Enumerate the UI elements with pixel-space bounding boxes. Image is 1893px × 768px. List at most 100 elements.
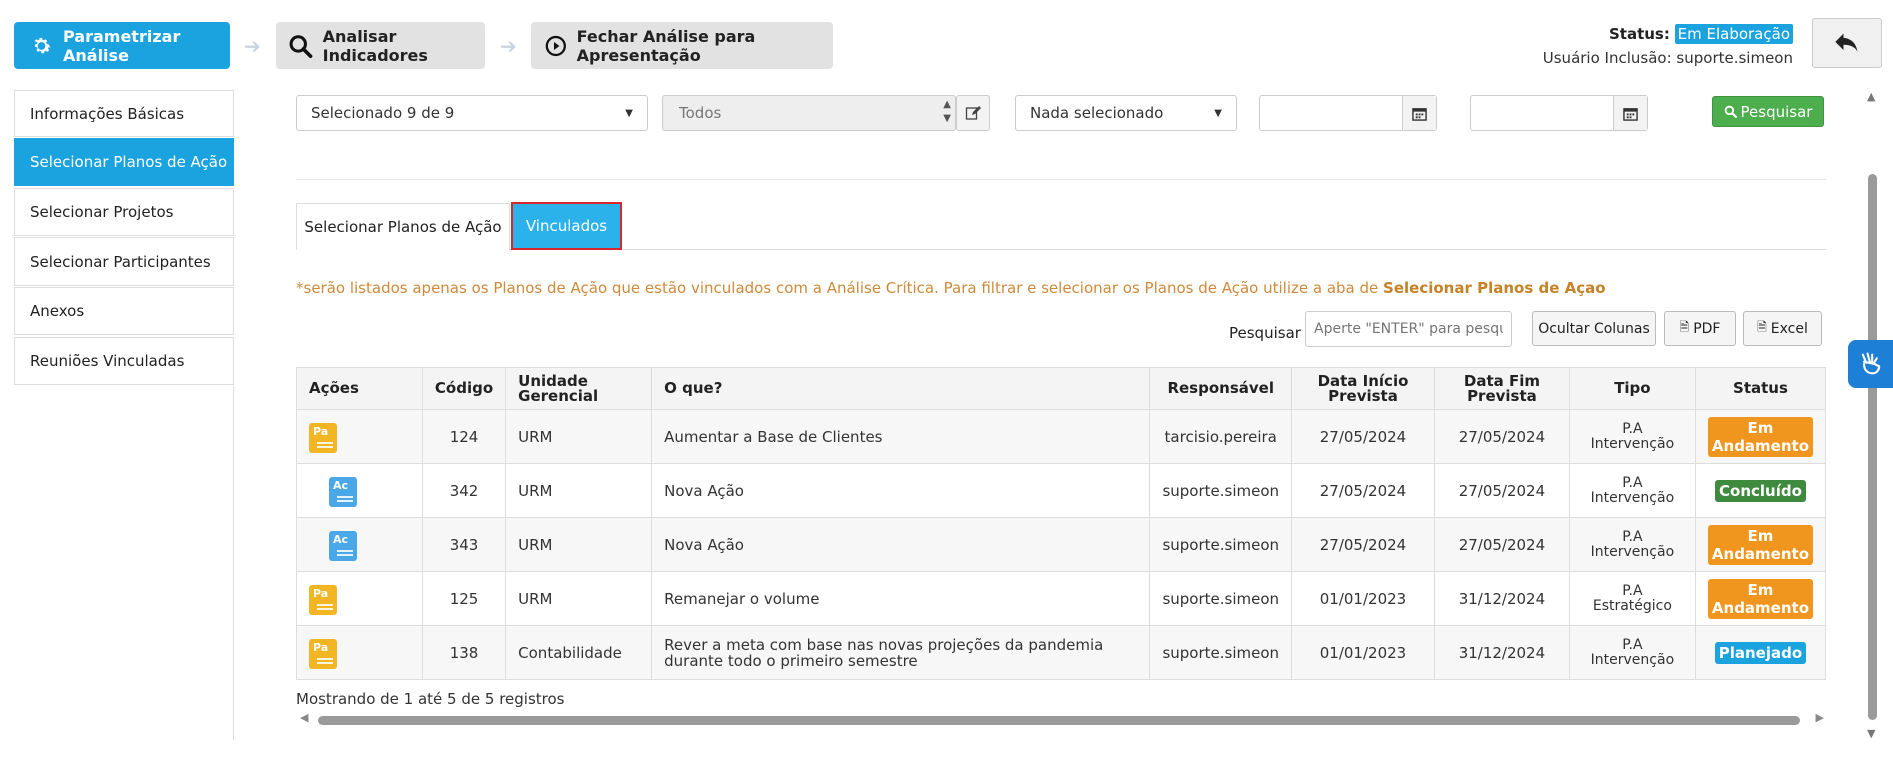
sign-language-icon xyxy=(1861,352,1880,375)
edit-icon xyxy=(965,106,981,120)
cell-oque: Nova Ação xyxy=(651,463,1151,518)
scroll-left-icon[interactable]: ◀ xyxy=(300,711,308,724)
step-analisar-button[interactable]: Analisar Indicadores xyxy=(276,22,485,69)
action-doc-icon[interactable]: Ac xyxy=(329,530,357,561)
col-inicio[interactable]: Data Início Prevista xyxy=(1291,367,1435,410)
plan-doc-icon[interactable]: Pa xyxy=(309,422,337,453)
col-responsavel[interactable]: Responsável xyxy=(1149,367,1293,410)
arrow-right-icon: ➔ xyxy=(244,34,261,58)
sidebar-item-label: Selecionar Projetos xyxy=(30,203,174,221)
cell-unidade: Contabilidade xyxy=(505,625,653,680)
cell-inicio: 27/05/2024 xyxy=(1291,517,1435,572)
scroll-thumb[interactable] xyxy=(318,716,1800,725)
cell-oque: Remanejar o volume xyxy=(651,571,1151,626)
col-acoes[interactable]: Ações xyxy=(296,367,423,410)
excel-button[interactable]: 🗎 Excel xyxy=(1743,311,1822,346)
file-pdf-icon: 🗎 xyxy=(1679,320,1690,334)
plan-doc-icon[interactable]: Pa xyxy=(309,638,337,669)
icon-letters: Pa xyxy=(313,640,329,654)
col-oque[interactable]: O que? xyxy=(651,367,1151,410)
sidebar-item-anexos[interactable]: Anexos xyxy=(14,287,234,335)
calendar-button[interactable] xyxy=(1613,96,1647,130)
step-parametrizar-button[interactable]: Parametrizar Análise xyxy=(14,22,230,69)
cell-tipo: P.A Intervenção xyxy=(1568,517,1696,572)
col-tipo[interactable]: Tipo xyxy=(1568,367,1696,410)
back-button[interactable] xyxy=(1812,18,1882,68)
sidebar-item-label: Selecionar Planos de Ação xyxy=(30,153,228,171)
file-excel-icon: 🗎 xyxy=(1757,320,1767,334)
cell-status: Em Andamento xyxy=(1694,409,1827,464)
status-block: Status: Em Elaboração Usuário Inclusão: … xyxy=(1543,22,1793,70)
hide-columns-label: Ocultar Colunas xyxy=(1538,320,1650,337)
divider xyxy=(296,179,1826,180)
sidebar-item-reunioes[interactable]: Reuniões Vinculadas xyxy=(14,337,234,385)
todos-input[interactable]: Todos ▲ ▼ xyxy=(662,95,956,131)
spinner-icon[interactable]: ▲ ▼ xyxy=(943,98,951,126)
vertical-scrollbar[interactable]: ▲ ▼ xyxy=(1866,90,1880,740)
plan-doc-icon[interactable]: Pa xyxy=(309,584,337,615)
tipo-line2: Estratégico xyxy=(1592,597,1672,614)
cell-fim: 31/12/2024 xyxy=(1433,625,1570,680)
table-row: Pa 125 URM Remanejar o volume suporte.simeon… xyxy=(296,571,1827,626)
note-link[interactable]: Selecionar Planos de Açao xyxy=(1383,279,1606,297)
scroll-up-icon[interactable]: ▲ xyxy=(1867,90,1875,103)
pdf-button[interactable]: 🗎 PDF xyxy=(1664,311,1736,346)
horizontal-scrollbar[interactable]: ◀ ▶ xyxy=(296,711,1826,728)
cell-codigo: 342 xyxy=(421,463,507,518)
table-row: Pa 138 Contabilidade Rever a meta com base … xyxy=(296,625,1827,680)
table-header-row: Ações Código Unidade Gerencial O que? Re… xyxy=(296,367,1827,410)
edit-button[interactable] xyxy=(956,95,990,131)
cell-status: Em Andamento xyxy=(1694,517,1827,572)
cell-oque: Rever a meta com base nas novas projeçõe… xyxy=(651,625,1151,680)
accessibility-button[interactable] xyxy=(1848,340,1893,388)
info-note: *serão listados apenas os Planos de Ação… xyxy=(296,279,1606,297)
cell-tipo: P.A Intervenção xyxy=(1568,463,1696,518)
col-codigo[interactable]: Código xyxy=(421,367,507,410)
sidebar-item-participantes[interactable]: Selecionar Participantes xyxy=(14,237,234,286)
filter-select-value: Selecionado 9 de 9 xyxy=(311,104,455,122)
icon-letters: Ac xyxy=(333,532,349,546)
sidebar-item-informacoes[interactable]: Informações Básicas xyxy=(14,90,234,137)
cell-tipo: P.A Intervenção xyxy=(1568,625,1696,680)
icon-letters: Ac xyxy=(333,478,349,492)
col-unidade[interactable]: Unidade Gerencial xyxy=(505,367,653,410)
hide-columns-button[interactable]: Ocultar Colunas xyxy=(1532,311,1656,346)
play-circle-icon xyxy=(545,35,566,56)
col-fim[interactable]: Data Fim Prevista xyxy=(1433,367,1570,410)
filter-select-1[interactable]: Selecionado 9 de 9 ▼ xyxy=(296,95,648,131)
action-doc-icon[interactable]: Ac xyxy=(329,476,357,507)
date-input-start[interactable] xyxy=(1259,95,1437,131)
reply-icon xyxy=(1835,33,1858,52)
sidebar-item-planos[interactable]: Selecionar Planos de Ação xyxy=(14,138,234,186)
tipo-line2: Intervenção xyxy=(1590,489,1675,506)
cell-inicio: 01/01/2023 xyxy=(1291,571,1435,626)
cell-codigo: 125 xyxy=(421,571,507,626)
status-label: Status: xyxy=(1608,25,1670,43)
step-label: Analisar Indicadores xyxy=(322,26,428,65)
cell-fim: 27/05/2024 xyxy=(1433,409,1570,464)
user-value: suporte.simeon xyxy=(1676,49,1793,67)
scroll-thumb-vertical[interactable] xyxy=(1868,174,1877,720)
step-fechar-button[interactable]: Fechar Análise para Apresentação xyxy=(531,22,833,69)
search-icon xyxy=(289,34,313,58)
cell-tipo: P.A Intervenção xyxy=(1568,409,1696,464)
tipo-line1: P.A xyxy=(1622,528,1643,545)
filter-select-2[interactable]: Nada selecionado ▼ xyxy=(1015,95,1237,131)
col-status[interactable]: Status xyxy=(1694,367,1827,410)
scroll-down-icon[interactable]: ▼ xyxy=(1867,727,1875,740)
cell-inicio: 27/05/2024 xyxy=(1291,409,1435,464)
search-submit-button[interactable]: Pesquisar xyxy=(1712,96,1824,127)
sidebar-item-projetos[interactable]: Selecionar Projetos xyxy=(14,188,234,236)
sidebar-item-label: Reuniões Vinculadas xyxy=(30,352,185,370)
cell-responsavel: tarcisio.pereira xyxy=(1149,409,1293,464)
calendar-button[interactable] xyxy=(1402,96,1436,130)
action-plans-table: Ações Código Unidade Gerencial O que? Re… xyxy=(296,367,1827,680)
table-search-input[interactable] xyxy=(1305,311,1512,347)
cell-fim: 27/05/2024 xyxy=(1433,463,1570,518)
cell-responsavel: suporte.simeon xyxy=(1149,571,1293,626)
tab-vinculados[interactable]: Vinculados xyxy=(511,202,622,250)
date-input-end[interactable] xyxy=(1470,95,1648,131)
scroll-right-icon[interactable]: ▶ xyxy=(1816,711,1824,724)
cell-status: Planejado xyxy=(1694,625,1827,680)
tab-selecionar-planos[interactable]: Selecionar Planos de Ação xyxy=(296,203,510,250)
